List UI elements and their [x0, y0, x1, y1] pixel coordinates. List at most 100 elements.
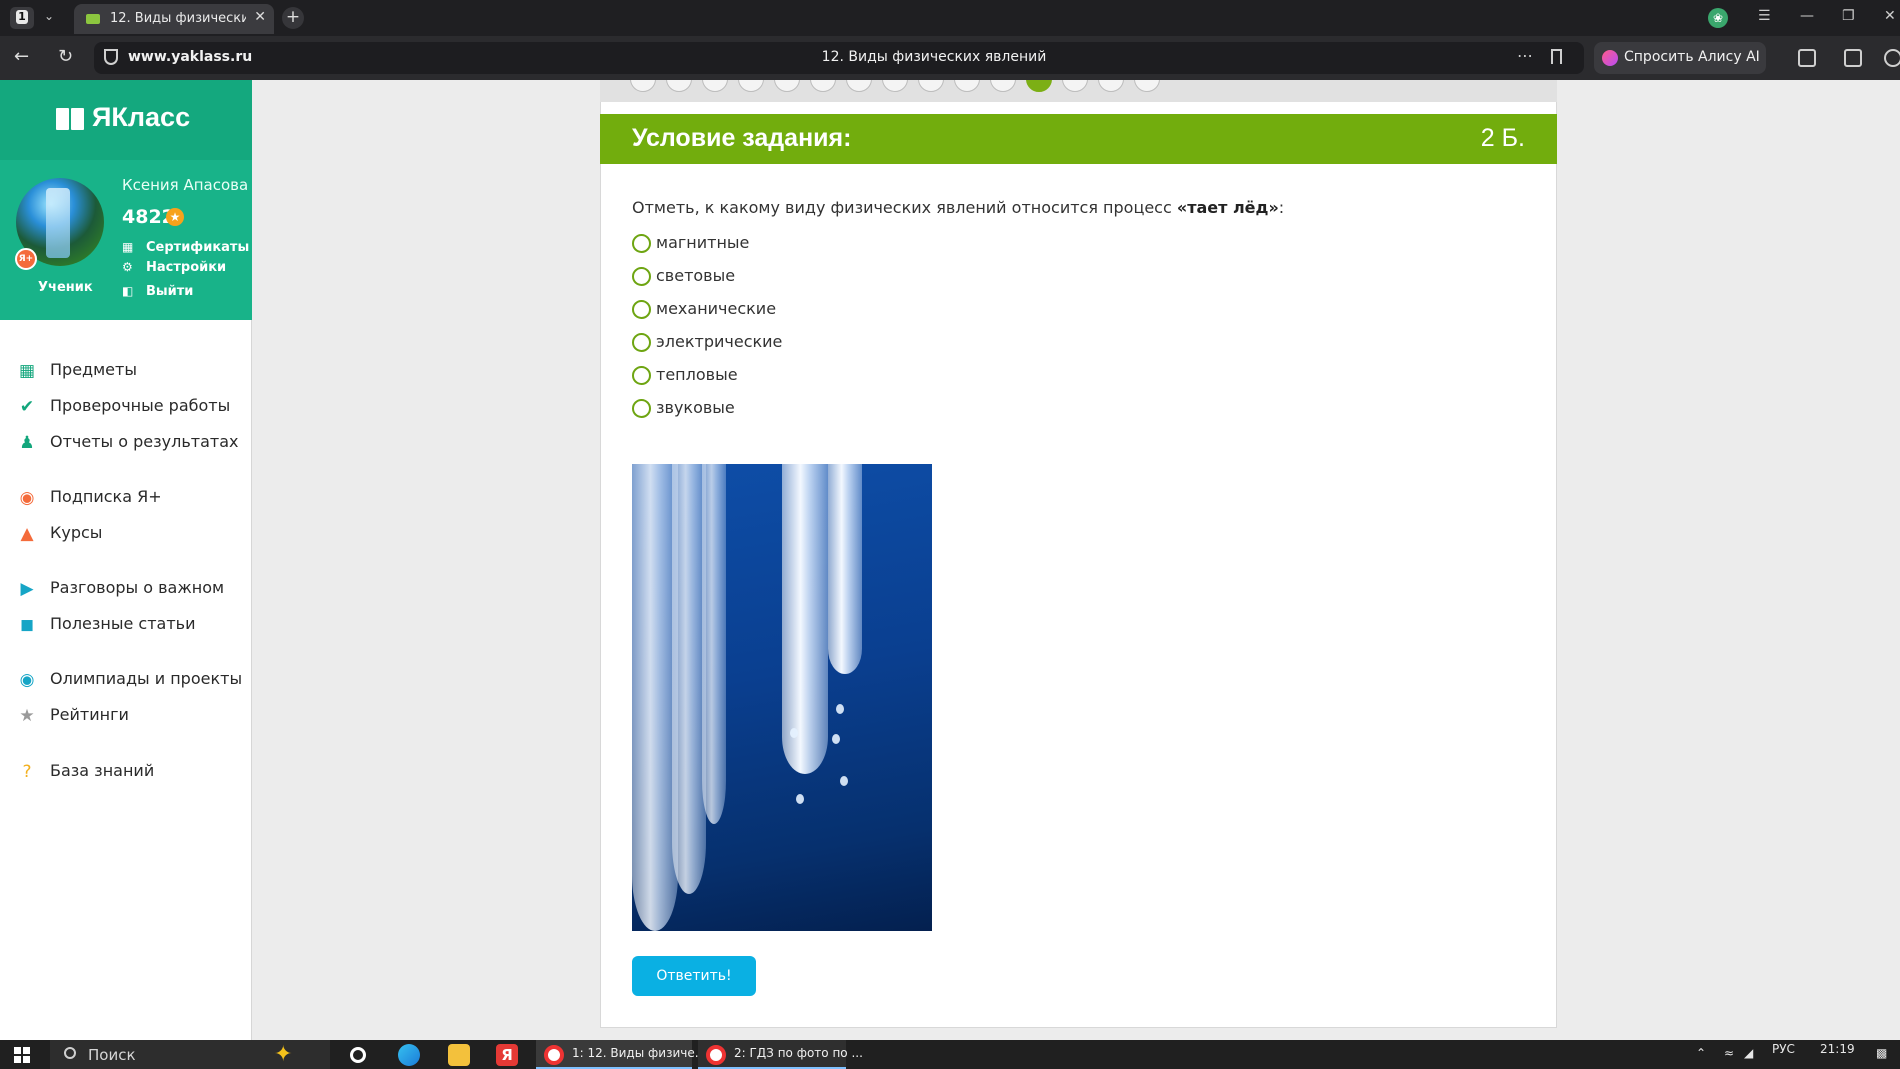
books-icon: ▦	[18, 361, 36, 381]
user-role: Ученик	[38, 280, 93, 295]
edge-browser-icon[interactable]	[398, 1044, 420, 1066]
pager-item[interactable]	[1062, 80, 1088, 92]
star-icon: ★	[19, 706, 35, 726]
question-suffix: :	[1278, 198, 1285, 217]
address-field[interactable]: www.yaklass.ru 12. Виды физических явлен…	[94, 42, 1584, 74]
search-icon	[64, 1047, 76, 1059]
brand-header[interactable]: ЯКласс	[0, 80, 252, 160]
minimize-icon[interactable]: —	[1800, 8, 1814, 24]
copilot-sparkle-icon[interactable]: ✦	[274, 1042, 292, 1067]
site-favicon-icon	[86, 14, 100, 24]
graduation-cap-icon: ▲	[20, 524, 34, 544]
water-drop	[796, 794, 804, 804]
water-drop	[836, 704, 844, 714]
clock[interactable]: 21:19	[1820, 1042, 1855, 1056]
water-drop	[790, 728, 798, 738]
pager-item[interactable]	[882, 80, 908, 92]
pager-item[interactable]	[738, 80, 764, 92]
yandex-browser-icon	[544, 1045, 564, 1065]
pager-item[interactable]	[1134, 80, 1160, 92]
close-window-icon[interactable]: ✕	[1884, 8, 1896, 24]
shield-icon	[104, 49, 118, 65]
wifi-icon[interactable]: ≈	[1724, 1046, 1734, 1060]
language-indicator[interactable]: РУС	[1772, 1042, 1795, 1056]
question-text: Отметь, к какому виду физических явлений…	[632, 198, 1284, 217]
settings-label: Настройки	[146, 260, 227, 275]
user-name[interactable]: Ксения Апасова	[122, 176, 248, 194]
certificates-link[interactable]: ▦ Сертификаты	[122, 240, 249, 255]
icicle-shape	[828, 464, 862, 674]
certificates-label: Сертификаты	[146, 240, 250, 255]
reload-icon[interactable]: ↻	[58, 46, 73, 67]
star-icon: ★	[166, 208, 184, 226]
alice-icon	[1602, 50, 1618, 66]
radio-button[interactable]	[632, 300, 651, 319]
task-score: 2 Б.	[1480, 124, 1525, 152]
pager-item[interactable]	[810, 80, 836, 92]
file-explorer-icon[interactable]	[448, 1044, 470, 1066]
tab-title: 12. Виды физических я	[110, 11, 246, 26]
profile-icon[interactable]	[1884, 49, 1900, 67]
menu-icon[interactable]: ☰	[1758, 8, 1771, 24]
settings-link[interactable]: ⚙ Настройки	[122, 260, 226, 275]
pager-item[interactable]	[774, 80, 800, 92]
pager-item[interactable]	[918, 80, 944, 92]
radio-button[interactable]	[632, 399, 651, 418]
pager-item[interactable]	[630, 80, 656, 92]
people-icon: ♟	[19, 433, 35, 453]
tray-chevron-up-icon[interactable]: ⌃	[1696, 1046, 1706, 1060]
answer-button[interactable]: Ответить!	[632, 956, 756, 996]
extension-icon[interactable]: ❀	[1708, 8, 1728, 28]
ask-alice-button[interactable]: Спросить Алису AI	[1594, 42, 1766, 74]
url-host: www.yaklass.ru	[128, 49, 253, 65]
collections-icon[interactable]	[1798, 49, 1816, 67]
yandex-browser-icon	[706, 1045, 726, 1065]
chevron-down-icon[interactable]: ⌄	[44, 9, 54, 23]
task-pager	[600, 80, 1557, 102]
gear-icon: ⚙	[122, 260, 133, 274]
megaphone-icon: ◼	[19, 615, 35, 635]
video-icon: ▶	[20, 579, 34, 599]
water-drop	[832, 734, 840, 744]
pager-item[interactable]	[954, 80, 980, 92]
pager-item-current[interactable]	[1026, 80, 1052, 92]
pager-item[interactable]	[1098, 80, 1124, 92]
windows-start-icon[interactable]	[14, 1047, 30, 1063]
volume-icon[interactable]: ◢	[1744, 1046, 1753, 1060]
notifications-icon[interactable]: ▩	[1876, 1046, 1887, 1060]
task-header: Условие задания: 2 Б.	[600, 114, 1557, 164]
brand-name: ЯКласс	[92, 102, 191, 132]
restore-icon[interactable]: ❐	[1842, 8, 1855, 24]
taskbar-window-2[interactable]: 2: ГДЗ по фото по ...	[698, 1040, 863, 1069]
url-page-title: 12. Виды физических явлений	[821, 49, 1047, 65]
question-icon: ?	[22, 762, 32, 782]
radio-button[interactable]	[632, 267, 651, 286]
taskbar-window-1[interactable]: 1: 12. Виды физиче...	[536, 1040, 706, 1069]
bookmark-icon[interactable]	[1551, 49, 1562, 64]
radio-button[interactable]	[632, 366, 651, 385]
check-circle-icon: ✔	[19, 397, 35, 417]
certificate-icon: ▦	[122, 240, 134, 254]
subscription-icon: ◉	[19, 488, 35, 508]
pager-item[interactable]	[990, 80, 1016, 92]
back-arrow-icon[interactable]: ←	[14, 46, 29, 67]
new-tab-button[interactable]: +	[282, 7, 304, 29]
radio-button[interactable]	[632, 234, 651, 253]
tab-counter-button[interactable]: 1	[10, 7, 34, 29]
water-drop	[840, 776, 848, 786]
pager-item[interactable]	[846, 80, 872, 92]
pager-item[interactable]	[666, 80, 692, 92]
close-tab-icon[interactable]: ✕	[254, 9, 266, 25]
logout-icon: ◧	[122, 284, 134, 298]
browser-tab-active[interactable]: 12. Виды физических я ✕	[74, 4, 274, 34]
question-prefix: Отметь, к какому виду физических явлений…	[632, 198, 1177, 217]
more-dots-icon[interactable]: ⋯	[1517, 46, 1534, 65]
logout-link[interactable]: ◧ Выйти	[122, 284, 193, 299]
radio-button[interactable]	[632, 333, 651, 352]
icicle-shape	[782, 464, 828, 774]
downloads-icon[interactable]	[1844, 49, 1862, 67]
yandex-icon[interactable]: Я	[496, 1044, 518, 1066]
pager-item[interactable]	[702, 80, 728, 92]
browser-tab-bar: 1 ⌄ 12. Виды физических я ✕ + ❀ ☰ — ❐ ✕	[0, 0, 1900, 36]
task-view-icon[interactable]	[350, 1047, 366, 1063]
